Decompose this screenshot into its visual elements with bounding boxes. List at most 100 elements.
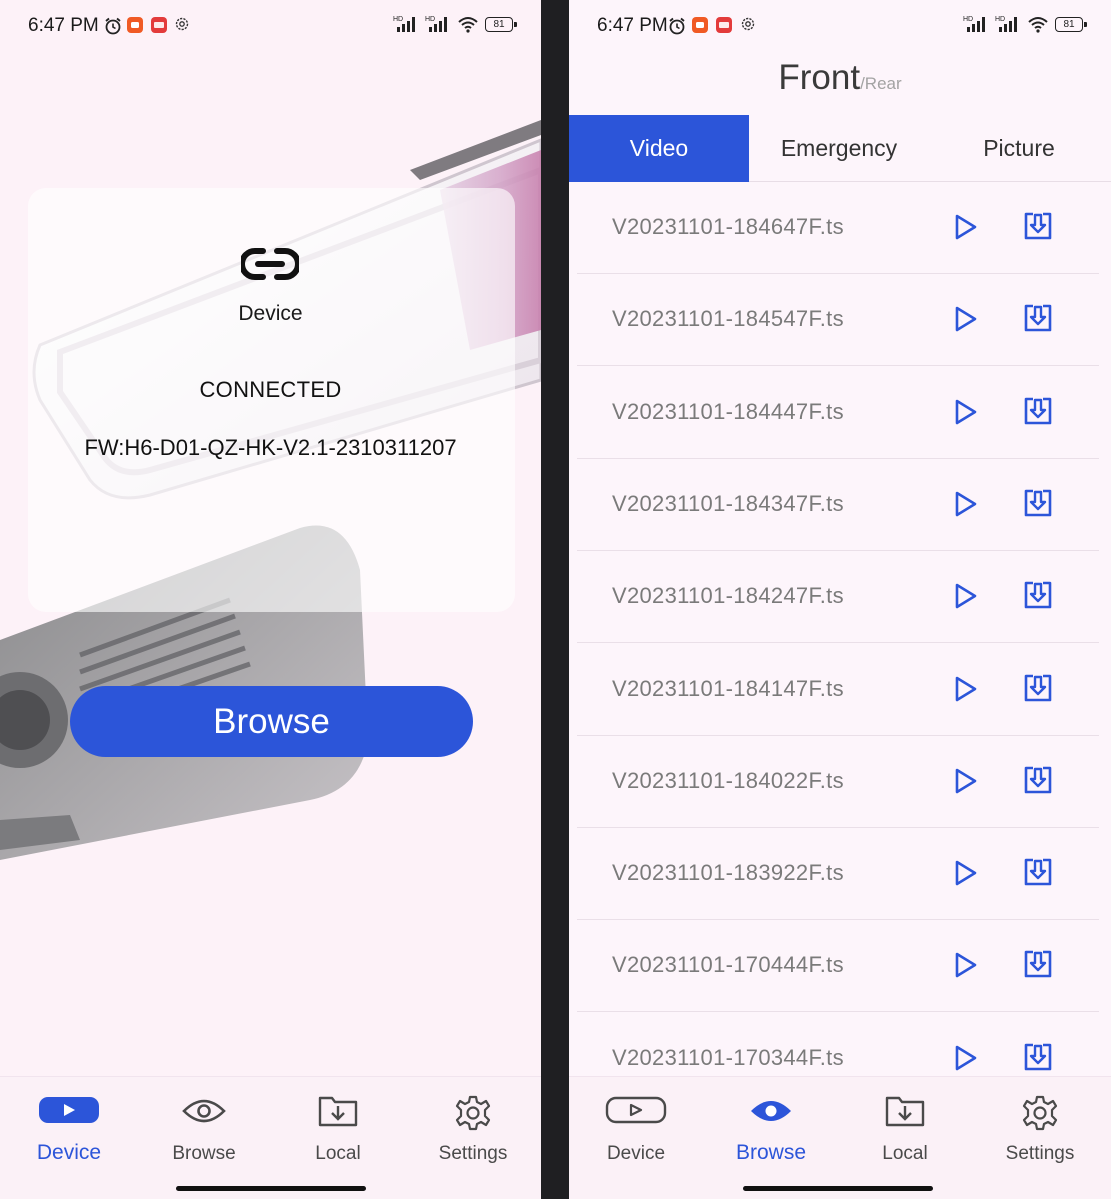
status-time: 6:47 PM: [597, 15, 668, 36]
play-rect-icon: [39, 1097, 99, 1123]
file-row[interactable]: V20231101-184647F.ts: [577, 182, 1099, 274]
file-type-tabs: Video Emergency Picture: [569, 115, 1111, 182]
file-name: V20231101-184447F.ts: [612, 398, 844, 424]
folder-download-icon: [318, 1096, 358, 1127]
file-row[interactable]: V20231101-184347F.ts: [577, 459, 1099, 551]
file-name: V20231101-184247F.ts: [612, 583, 844, 609]
status-bar: 6:47 PM HD HD 81: [0, 0, 541, 52]
status-bar: 6:47 PM HD HD 81: [569, 0, 1111, 52]
play-icon[interactable]: [953, 675, 979, 703]
nav-item-browse[interactable]: Browse: [139, 1077, 269, 1177]
file-list[interactable]: V20231101-184647F.ts V20231101-184547F.ts…: [577, 182, 1099, 1076]
nav-item-browse[interactable]: Browse: [706, 1077, 836, 1177]
download-icon[interactable]: [1023, 488, 1053, 518]
file-row[interactable]: V20231101-184022F.ts: [577, 736, 1099, 828]
download-icon[interactable]: [1023, 1042, 1053, 1072]
nav-label: Browse: [735, 1141, 807, 1164]
wifi-icon: [1028, 17, 1048, 33]
app-notification-icon: [692, 17, 708, 33]
file-name: V20231101-184647F.ts: [612, 214, 844, 239]
download-icon[interactable]: [1023, 580, 1053, 610]
app-notification-icon: [716, 17, 732, 33]
cell-signal-icon: HD: [995, 16, 1017, 32]
download-icon[interactable]: [1023, 765, 1053, 795]
settings-notification-icon: [175, 17, 189, 31]
play-icon[interactable]: [953, 213, 979, 241]
home-indicator[interactable]: [743, 1186, 933, 1191]
download-icon[interactable]: [1023, 396, 1053, 426]
cell-signal-icon: HD: [963, 16, 985, 32]
file-name: V20231101-170344F.ts: [612, 1044, 844, 1070]
hd-label: HD: [393, 16, 403, 23]
link-icon: [241, 248, 299, 280]
download-icon[interactable]: [1023, 857, 1053, 887]
file-name: V20231101-184547F.ts: [612, 306, 844, 332]
file-row[interactable]: V20231101-170344F.ts: [577, 1013, 1099, 1076]
play-icon[interactable]: [953, 1044, 979, 1072]
nav-item-device[interactable]: Device: [571, 1077, 701, 1177]
battery-icon: 81: [1055, 16, 1087, 32]
home-indicator[interactable]: [176, 1186, 366, 1191]
file-row[interactable]: V20231101-184547F.ts: [577, 274, 1099, 367]
nav-label: Local: [882, 1143, 928, 1164]
firmware-version: FW:H6-D01-QZ-HK-V2.1-2310311207: [84, 435, 457, 460]
tab-video[interactable]: Video: [569, 115, 749, 182]
file-name: V20231101-183922F.ts: [612, 860, 844, 886]
file-name: V20231101-184022F.ts: [612, 767, 844, 793]
play-icon[interactable]: [953, 951, 979, 979]
file-row[interactable]: V20231101-183922F.ts: [577, 828, 1099, 921]
tab-picture[interactable]: Picture: [929, 115, 1109, 182]
browse-screen: 6:47 PM HD HD 81 Front/Rear Video Emerge…: [569, 0, 1111, 1199]
battery-icon: 81: [485, 16, 517, 32]
bottom-nav: Device Browse Local Settings: [569, 1076, 1111, 1199]
play-rect-icon: [605, 1096, 667, 1124]
play-icon[interactable]: [953, 859, 979, 887]
file-row[interactable]: V20231101-184247F.ts: [577, 551, 1099, 644]
download-icon[interactable]: [1023, 949, 1053, 979]
folder-download-icon: [885, 1096, 925, 1127]
tab-emergency[interactable]: Emergency: [749, 115, 929, 182]
app-notification-icon: [127, 17, 143, 33]
download-icon[interactable]: [1023, 211, 1053, 241]
play-icon[interactable]: [953, 398, 979, 426]
device-label: Device: [238, 302, 303, 325]
nav-label: Local: [315, 1143, 361, 1164]
nav-label: Settings: [1005, 1143, 1075, 1164]
nav-item-local[interactable]: Local: [273, 1077, 403, 1177]
wifi-icon: [458, 17, 478, 33]
status-time: 6:47 PM: [28, 15, 99, 36]
hd-label: HD: [963, 16, 973, 23]
play-icon[interactable]: [953, 305, 979, 333]
nav-item-settings[interactable]: Settings: [975, 1077, 1105, 1177]
file-name: V20231101-184347F.ts: [612, 490, 844, 516]
status-indicators: HD HD 81: [393, 14, 517, 34]
cell-signal-icon: HD: [393, 16, 415, 32]
nav-item-device[interactable]: Device: [4, 1077, 134, 1177]
file-name: V20231101-184147F.ts: [612, 675, 844, 701]
bottom-nav: Device Browse Local Settings: [0, 1076, 541, 1199]
alarm-icon: [105, 17, 121, 35]
file-row[interactable]: V20231101-170444F.ts: [577, 920, 1099, 1013]
file-row[interactable]: V20231101-184447F.ts: [577, 367, 1099, 459]
nav-item-local[interactable]: Local: [840, 1077, 970, 1177]
play-icon[interactable]: [953, 490, 979, 518]
hd-label: HD: [995, 16, 1005, 23]
play-icon[interactable]: [953, 582, 979, 610]
title-front[interactable]: Front: [778, 58, 860, 97]
nav-label: Device: [36, 1141, 102, 1164]
gear-icon: [455, 1095, 491, 1131]
cell-signal-icon: HD: [425, 16, 447, 32]
nav-item-settings[interactable]: Settings: [408, 1077, 538, 1177]
device-screen: 6:47 PM HD HD 81 Device CONNECTED FW:H6-…: [0, 0, 541, 1199]
browse-button[interactable]: Browse: [70, 686, 473, 757]
connection-status: CONNECTED: [199, 377, 342, 402]
alarm-icon: [669, 17, 685, 35]
play-icon[interactable]: [953, 767, 979, 795]
download-icon[interactable]: [1023, 673, 1053, 703]
nav-label: Browse: [172, 1143, 236, 1164]
file-row[interactable]: V20231101-184147F.ts: [577, 644, 1099, 736]
title-rear[interactable]: /Rear: [860, 74, 902, 93]
download-icon[interactable]: [1023, 303, 1053, 333]
eye-icon: [182, 1099, 226, 1123]
camera-switch[interactable]: Front/Rear: [569, 58, 1111, 98]
